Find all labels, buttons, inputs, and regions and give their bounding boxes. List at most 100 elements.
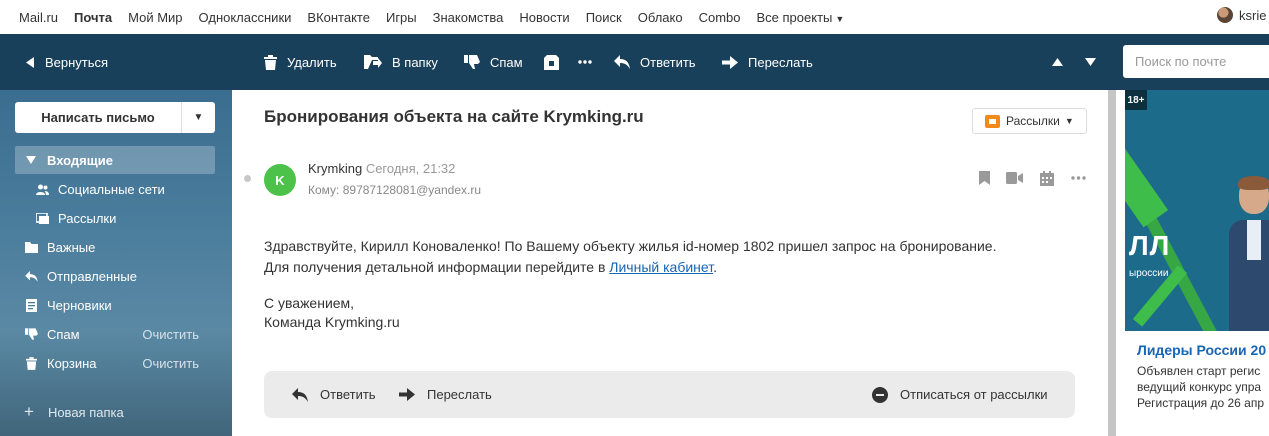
message-scrollbar[interactable] (1108, 90, 1116, 436)
spam-button[interactable]: Спам (464, 34, 523, 90)
sidebar-item-important[interactable]: Важные (15, 233, 215, 261)
recipient-line: Кому: 89787128081@yandex.ru (308, 183, 482, 197)
forward-icon (722, 55, 738, 69)
compose-dropdown-button[interactable]: ▼ (182, 102, 215, 133)
message-subject: Бронирования объекта на сайте Krymking.r… (264, 107, 644, 126)
spam-icon (464, 55, 480, 69)
sidebar-item-sent[interactable]: Отправленные (15, 262, 215, 290)
sender-name[interactable]: Krymking (308, 161, 362, 176)
sender-avatar: K (264, 164, 296, 196)
plus-icon: + (24, 402, 34, 421)
mail-toolbar: Вернуться Удалить В папку Спам Ответить … (0, 34, 1269, 90)
newsletter-icon (985, 114, 1000, 128)
avatar (1217, 7, 1233, 23)
next-message-button[interactable] (1085, 34, 1106, 90)
sidebar-item-spam[interactable]: Спам Очистить (15, 320, 215, 348)
forward-icon (399, 388, 415, 401)
prev-message-button[interactable] (1052, 34, 1073, 90)
bookmark-icon (979, 171, 990, 185)
portal-link-all-projects[interactable]: Все проекты ▼ (757, 10, 845, 25)
reply-icon (614, 55, 630, 69)
minus-circle-icon (872, 386, 888, 403)
more-dots-icon (578, 60, 592, 64)
ad-title[interactable]: Лидеры России 20 (1137, 342, 1266, 358)
portal-bar: Mail.ru Почта Мой Мир Одноклассники ВКон… (0, 0, 1269, 34)
message-date: Сегодня, 21:32 (365, 161, 456, 176)
newsletter-icon (35, 212, 49, 224)
move-to-folder-button[interactable]: В папку (364, 34, 438, 90)
chevron-down-icon: ▼ (1064, 116, 1074, 126)
ad-image-subtext: ыроссии (1129, 268, 1169, 279)
portal-link-my-world[interactable]: Мой Мир (128, 10, 182, 25)
chevron-down-icon: ▼ (193, 112, 204, 123)
new-folder-button[interactable]: + Новая папка (24, 402, 124, 422)
portal-link-ok[interactable]: Одноклассники (199, 10, 292, 25)
back-button[interactable]: Вернуться (26, 34, 108, 90)
compose-group: Написать письмо ▼ (15, 102, 215, 133)
sidebar-item-trash[interactable]: Корзина Очистить (15, 349, 215, 377)
portal-link-vk[interactable]: ВКонтакте (307, 10, 370, 25)
portal-link-games[interactable]: Игры (386, 10, 417, 25)
unsubscribe-button[interactable]: Отписаться от рассылки (872, 371, 1048, 418)
age-rating-badge: 18+ (1125, 90, 1147, 110)
quick-reply-bar: Ответить Переслать Отписаться от рассылк… (264, 371, 1075, 418)
ad-banner[interactable]: ЛЛ ыроссии 18+ Лидеры России 20 Объявлен… (1116, 90, 1269, 436)
more-button[interactable] (578, 34, 602, 90)
portal-link-combo[interactable]: Combo (699, 10, 741, 25)
trash-icon (24, 356, 38, 370)
sidebar-item-newsletters[interactable]: Рассылки (15, 204, 215, 232)
archive-button[interactable] (544, 34, 569, 90)
reply-button[interactable]: Ответить (614, 34, 696, 90)
ad-image-text: ЛЛ (1129, 230, 1171, 261)
forward-button[interactable]: Переслать (722, 34, 813, 90)
unread-dot[interactable] (244, 175, 251, 182)
quick-reply-button[interactable]: Ответить (292, 371, 376, 418)
mail-search[interactable] (1123, 45, 1269, 78)
folder-icon (24, 241, 38, 253)
arrow-down-icon (1085, 58, 1096, 66)
chevron-down-icon (24, 156, 38, 164)
compose-button[interactable]: Написать письмо (15, 102, 182, 133)
sidebar-item-inbox[interactable]: Входящие (15, 146, 215, 174)
draft-icon (24, 298, 38, 312)
message-signature: С уважением, Команда Krymking.ru (264, 295, 400, 330)
lock-box-icon (544, 54, 559, 70)
portal-link-dating[interactable]: Знакомства (433, 10, 504, 25)
video-icon (1006, 172, 1023, 184)
search-input[interactable] (1135, 54, 1265, 69)
sent-icon (24, 270, 38, 282)
calendar-button[interactable] (1040, 170, 1054, 186)
body-line-2: Для получения детальной информации перей… (264, 259, 717, 275)
sidebar-item-drafts[interactable]: Черновики (15, 291, 215, 319)
spam-icon (24, 328, 38, 340)
body-line-1: Здравствуйте, Кирилл Коноваленко! По Ваш… (264, 238, 997, 254)
ad-image: ЛЛ ыроссии (1125, 90, 1269, 331)
user-menu[interactable]: ksrie (1217, 7, 1266, 23)
personal-cabinet-link[interactable]: Личный кабинет (609, 259, 713, 275)
bookmark-button[interactable] (979, 170, 990, 186)
folder-move-icon (364, 55, 382, 69)
user-name: ksrie (1239, 7, 1267, 23)
reply-icon (292, 387, 308, 402)
calendar-icon (1040, 170, 1054, 186)
sender-line: Krymking Сегодня, 21:32 (308, 161, 455, 176)
message-body: Здравствуйте, Кирилл Коноваленко! По Ваш… (264, 236, 996, 278)
chevron-down-icon: ▼ (835, 13, 845, 24)
more-dots-icon (1071, 176, 1086, 180)
video-call-button[interactable] (1006, 170, 1023, 186)
clean-spam-button[interactable]: Очистить (142, 327, 199, 342)
trash-icon (264, 54, 277, 70)
arrow-left-icon (26, 56, 34, 68)
newsletter-tag-button[interactable]: Рассылки ▼ (972, 108, 1087, 134)
delete-button[interactable]: Удалить (264, 34, 337, 90)
sidebar-item-social[interactable]: Социальные сети (15, 175, 215, 203)
portal-link-search[interactable]: Поиск (586, 10, 622, 25)
portal-link-cloud[interactable]: Облако (638, 10, 683, 25)
sidebar: Написать письмо ▼ Входящие Социальные се… (0, 90, 232, 436)
portal-link-mail[interactable]: Почта (74, 10, 112, 25)
portal-link-mailru[interactable]: Mail.ru (19, 10, 58, 25)
clean-trash-button[interactable]: Очистить (142, 356, 199, 371)
portal-link-news[interactable]: Новости (519, 10, 569, 25)
message-more-button[interactable] (1071, 170, 1086, 186)
quick-forward-button[interactable]: Переслать (399, 371, 492, 418)
